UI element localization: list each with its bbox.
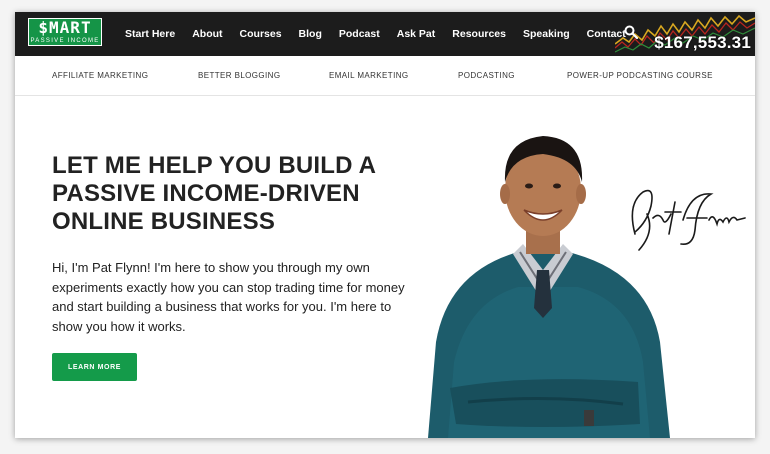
category-podcasting[interactable]: PODCASTING (458, 71, 515, 80)
category-email-marketing[interactable]: EMAIL MARKETING (329, 71, 409, 80)
nav-item-podcast[interactable]: Podcast (339, 28, 380, 40)
nav-item-ask-pat[interactable]: Ask Pat (397, 28, 436, 40)
category-nav: AFFILIATE MARKETING BETTER BLOGGING EMAI… (15, 56, 755, 96)
nav-item-blog[interactable]: Blog (299, 28, 322, 40)
hero-title: LET ME HELP YOU BUILD A PASSIVE INCOME-D… (52, 152, 376, 235)
main-nav: Start Here About Courses Blog Podcast As… (125, 12, 643, 56)
category-affiliate-marketing[interactable]: AFFILIATE MARKETING (52, 71, 148, 80)
pat-flynn-photo (428, 136, 670, 438)
signature-image (631, 189, 746, 251)
nav-item-speaking[interactable]: Speaking (523, 28, 570, 40)
search-icon[interactable] (624, 25, 638, 39)
nav-item-about[interactable]: About (192, 28, 222, 40)
logo-main-text: $MART (38, 18, 92, 37)
nav-item-resources[interactable]: Resources (452, 28, 506, 40)
income-counter: $167,553.31 (654, 33, 751, 52)
browser-page: $MART PASSIVE INCOME Start Here About Co… (15, 12, 755, 438)
hero-description: Hi, I'm Pat Flynn! I'm here to show you … (52, 260, 405, 334)
learn-more-button[interactable]: LEARN MORE (52, 353, 137, 381)
site-logo[interactable]: $MART PASSIVE INCOME (28, 18, 102, 46)
nav-item-start-here[interactable]: Start Here (125, 28, 175, 40)
logo-sub-text: PASSIVE INCOME (30, 38, 100, 44)
nav-item-courses[interactable]: Courses (240, 28, 282, 40)
category-better-blogging[interactable]: BETTER BLOGGING (198, 71, 280, 80)
top-navigation: $MART PASSIVE INCOME Start Here About Co… (15, 12, 755, 56)
category-power-up-podcasting-course[interactable]: POWER-UP PODCASTING COURSE (567, 71, 713, 80)
